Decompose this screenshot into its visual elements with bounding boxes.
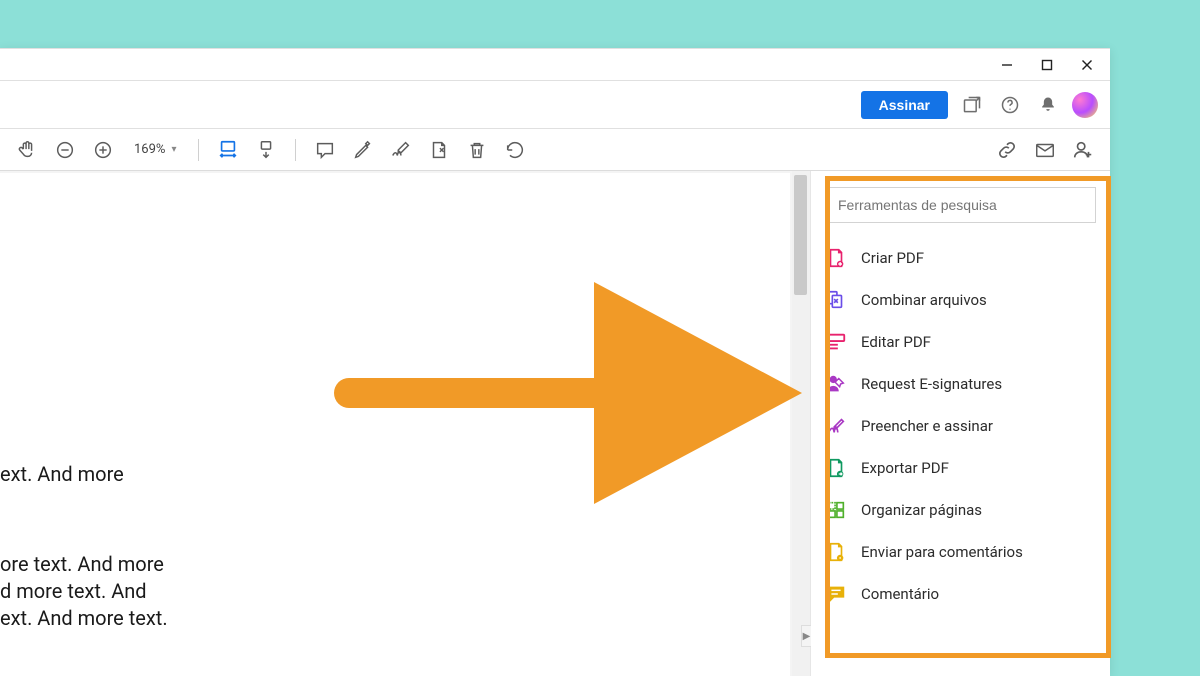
export-pdf-icon bbox=[825, 457, 847, 479]
tool-fill-sign[interactable]: Preencher e assinar bbox=[825, 415, 1096, 437]
stamp-icon[interactable] bbox=[426, 137, 452, 163]
tool-label: Exportar PDF bbox=[861, 459, 949, 477]
document-view[interactable]: ext. And more ore text. And more d more … bbox=[0, 171, 792, 676]
tool-label: Organizar páginas bbox=[861, 501, 982, 519]
maximize-button[interactable] bbox=[1036, 54, 1058, 76]
zoom-value: 169% bbox=[134, 142, 165, 157]
zoom-out-icon[interactable] bbox=[52, 137, 78, 163]
fit-page-icon[interactable] bbox=[253, 137, 279, 163]
tool-comment[interactable]: Comentário bbox=[825, 583, 1096, 605]
content-area: ext. And more ore text. And more d more … bbox=[0, 171, 1110, 676]
tool-organize-pages[interactable]: Organizar páginas bbox=[825, 499, 1096, 521]
tool-label: Criar PDF bbox=[861, 249, 924, 267]
tool-label: Comentário bbox=[861, 585, 939, 603]
tools-search-input[interactable] bbox=[825, 187, 1096, 223]
organize-pages-icon bbox=[825, 499, 847, 521]
create-pdf-icon bbox=[825, 247, 847, 269]
rotate-icon[interactable] bbox=[502, 137, 528, 163]
comment-tool-icon bbox=[825, 583, 847, 605]
scroll-thumb[interactable] bbox=[794, 175, 807, 295]
bell-icon[interactable] bbox=[1034, 91, 1062, 119]
mail-icon[interactable] bbox=[1032, 137, 1058, 163]
fill-sign-icon bbox=[825, 415, 847, 437]
help-icon[interactable] bbox=[996, 91, 1024, 119]
avatar[interactable] bbox=[1072, 92, 1098, 118]
tools-panel: ▶ Criar PDF Combinar arquivos bbox=[810, 171, 1110, 676]
document-text: ore text. And more d more text. And ext.… bbox=[0, 551, 168, 632]
window-titlebar bbox=[0, 49, 1110, 81]
tool-combine-files[interactable]: Combinar arquivos bbox=[825, 289, 1096, 311]
minimize-button[interactable] bbox=[996, 54, 1018, 76]
chevron-down-icon: ▾ bbox=[171, 144, 176, 155]
comment-icon[interactable] bbox=[312, 137, 338, 163]
add-person-icon[interactable] bbox=[1070, 137, 1096, 163]
delete-icon[interactable] bbox=[464, 137, 490, 163]
tool-label: Request E-signatures bbox=[861, 375, 1002, 393]
fit-width-icon[interactable] bbox=[215, 137, 241, 163]
topbar: Assinar bbox=[0, 81, 1110, 129]
close-button[interactable] bbox=[1076, 54, 1098, 76]
document-page: ext. And more ore text. And more d more … bbox=[0, 173, 790, 676]
document-text: ext. And more bbox=[0, 461, 124, 488]
hand-tool-icon[interactable] bbox=[14, 137, 40, 163]
highlight-icon[interactable] bbox=[350, 137, 376, 163]
panel-collapse-button[interactable]: ▶ bbox=[801, 625, 811, 647]
tool-label: Editar PDF bbox=[861, 333, 931, 351]
sign-button[interactable]: Assinar bbox=[861, 91, 948, 119]
tool-request-esign[interactable]: Request E-signatures bbox=[825, 373, 1096, 395]
tool-export-pdf[interactable]: Exportar PDF bbox=[825, 457, 1096, 479]
vertical-scrollbar[interactable] bbox=[792, 171, 810, 676]
tool-send-comments[interactable]: Enviar para comentários bbox=[825, 541, 1096, 563]
zoom-dropdown[interactable]: 169% ▾ bbox=[128, 140, 182, 159]
send-comments-icon bbox=[825, 541, 847, 563]
tool-label: Preencher e assinar bbox=[861, 417, 993, 435]
combine-files-icon bbox=[825, 289, 847, 311]
toolbar-divider bbox=[295, 139, 296, 161]
share-arrow-icon[interactable] bbox=[958, 91, 986, 119]
edit-pdf-icon bbox=[825, 331, 847, 353]
app-window: Assinar 169% ▾ bbox=[0, 48, 1110, 675]
zoom-in-icon[interactable] bbox=[90, 137, 116, 163]
esign-icon bbox=[825, 373, 847, 395]
tool-label: Enviar para comentários bbox=[861, 543, 1023, 561]
tools-list: Criar PDF Combinar arquivos Editar PDF bbox=[825, 247, 1096, 605]
sign-tool-icon[interactable] bbox=[388, 137, 414, 163]
tool-create-pdf[interactable]: Criar PDF bbox=[825, 247, 1096, 269]
toolbar-divider bbox=[198, 139, 199, 161]
link-icon[interactable] bbox=[994, 137, 1020, 163]
tool-edit-pdf[interactable]: Editar PDF bbox=[825, 331, 1096, 353]
tool-label: Combinar arquivos bbox=[861, 291, 987, 309]
toolbar: 169% ▾ bbox=[0, 129, 1110, 171]
